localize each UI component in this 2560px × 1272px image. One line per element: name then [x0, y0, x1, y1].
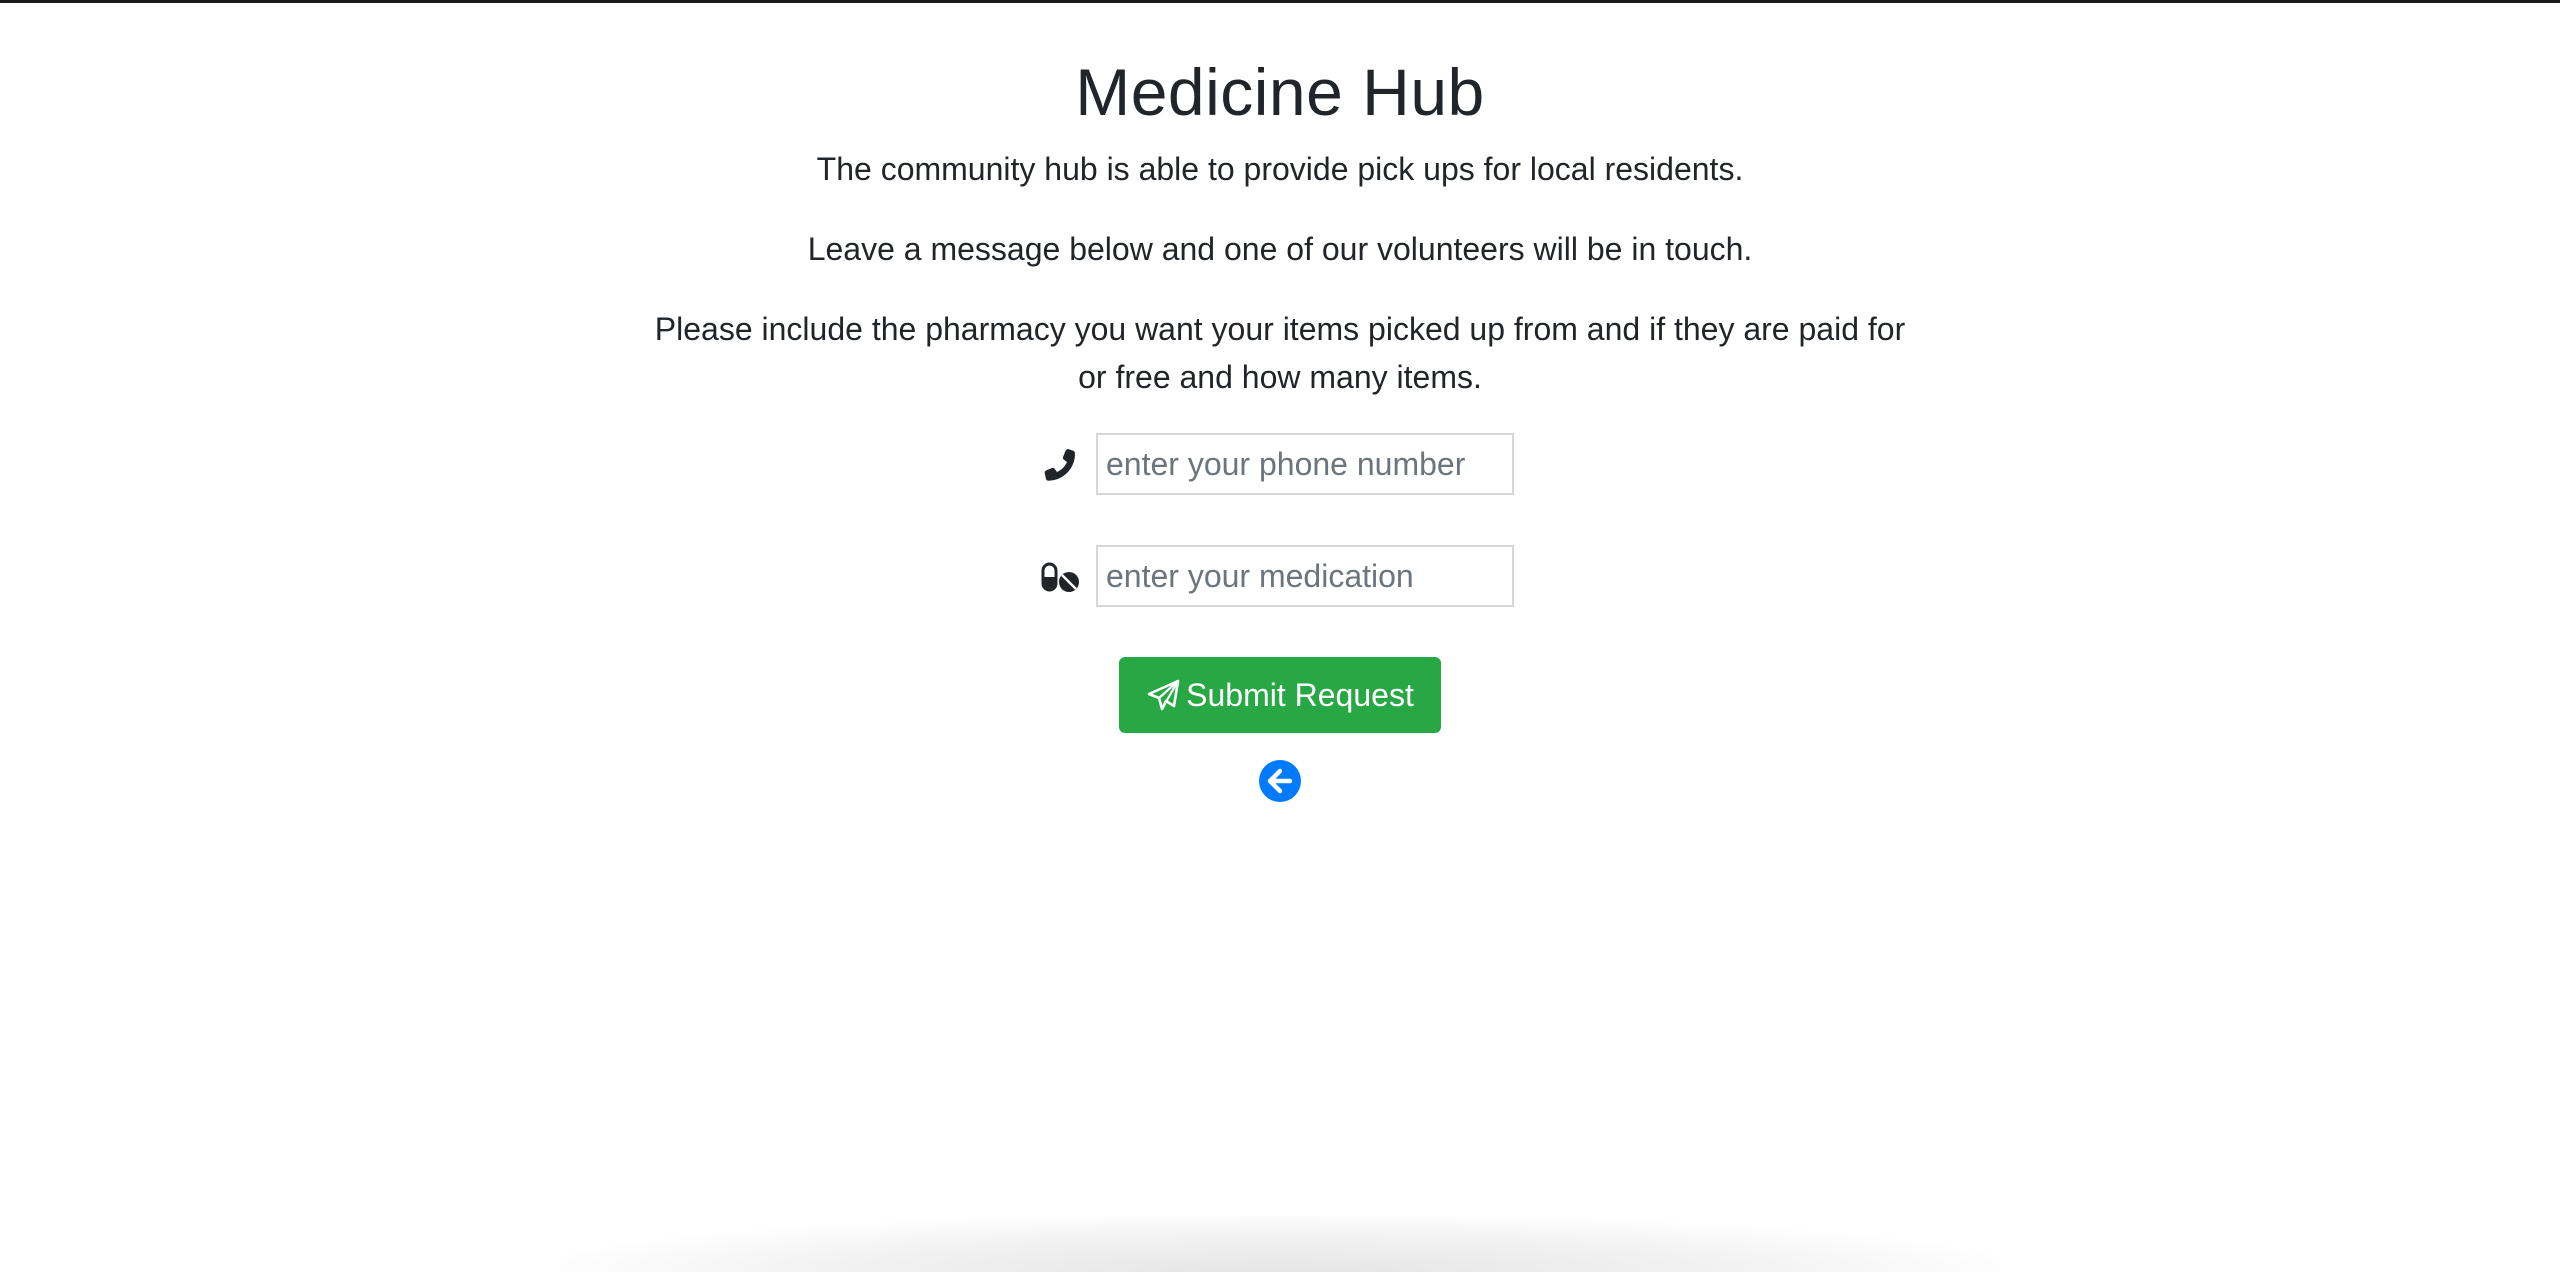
page-title: Medicine Hub [1075, 55, 1485, 129]
medication-field-row [1040, 545, 1520, 609]
phone-field-row [1040, 433, 1520, 497]
phone-input[interactable] [1096, 433, 1514, 495]
details-text: Please include the pharmacy you want you… [654, 311, 1906, 395]
medication-input[interactable] [1096, 545, 1514, 607]
instruction-text: Leave a message below and one of our vol… [807, 231, 1753, 267]
submit-request-button[interactable]: Submit Request [1119, 657, 1441, 733]
paper-plane-icon [1146, 677, 1182, 713]
bottom-shadow [560, 1215, 2000, 1272]
phone-icon [1040, 443, 1084, 487]
top-border [0, 0, 2560, 3]
back-button[interactable] [1259, 760, 1301, 802]
submit-button-label: Submit Request [1186, 676, 1414, 713]
pills-icon [1040, 555, 1084, 599]
intro-text: The community hub is able to provide pic… [816, 151, 1744, 187]
